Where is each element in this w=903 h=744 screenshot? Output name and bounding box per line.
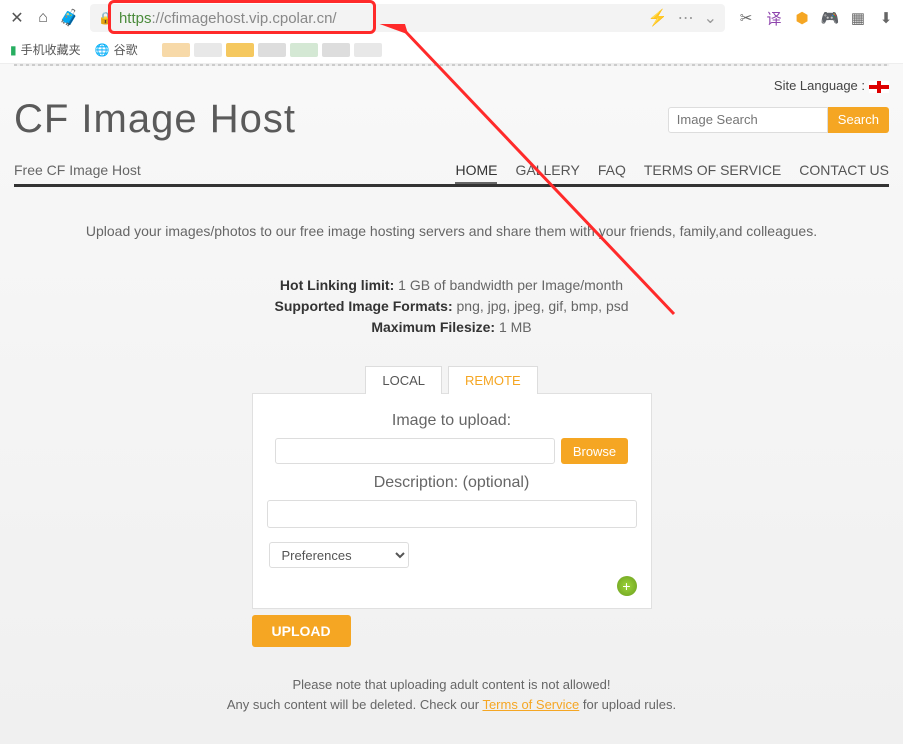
formats-value: png, jpg, jpeg, gif, bmp, psd (453, 298, 629, 314)
add-icon[interactable]: + (617, 576, 637, 596)
page-content: Site Language : CF Image Host Search Fre… (0, 64, 903, 744)
briefcase-icon[interactable]: 🧳 (60, 9, 78, 27)
note-line2c: for upload rules. (579, 697, 676, 712)
upload-note: Please note that uploading adult content… (14, 675, 889, 714)
note-line1: Please note that uploading adult content… (14, 675, 889, 695)
hot-linking-value: 1 GB of bandwidth per Image/month (394, 277, 623, 293)
hot-linking-label: Hot Linking limit: (280, 277, 394, 293)
bookmark-label: 谷歌 (114, 41, 138, 58)
bookmark-google[interactable]: 🌐 谷歌 (95, 41, 138, 58)
upload-label: Image to upload: (265, 412, 639, 430)
intro-text: Upload your images/photos to our free im… (14, 223, 889, 239)
mobile-icon: ▮ (10, 43, 17, 57)
search-button[interactable]: Search (828, 107, 889, 133)
nav-home[interactable]: HOME (455, 162, 497, 184)
search-form: Search (668, 107, 889, 133)
home-icon[interactable]: ⌂ (34, 9, 52, 27)
lightning-icon[interactable]: ⚡ (648, 8, 668, 28)
gamepad-icon[interactable]: 🎮 (821, 9, 839, 27)
bookmark-label: 手机收藏夹 (21, 41, 81, 58)
download-icon[interactable]: ⬇ (877, 9, 895, 27)
site-title: CF Image Host (14, 97, 296, 142)
extension-icons: ✂ 译 ⬢ 🎮 ▦ ⬇ (737, 9, 895, 27)
note-line2a: Any such content will be deleted. Check … (227, 697, 483, 712)
nav-faq[interactable]: FAQ (598, 162, 626, 178)
bookmark-mobile[interactable]: ▮ 手机收藏夹 (10, 41, 81, 58)
globe-icon: 🌐 (95, 43, 110, 57)
tos-link[interactable]: Terms of Service (482, 697, 579, 712)
blurred-bookmarks (162, 43, 382, 57)
search-input[interactable] (668, 107, 828, 133)
description-label: Description: (optional) (265, 474, 639, 492)
address-bar[interactable]: 🔒 https://cfimagehost.vip.cpolar.cn/ ⚡ ⋯… (90, 4, 725, 32)
upload-panel: Image to upload: Browse Description: (op… (252, 393, 652, 609)
nav-tos[interactable]: TERMS OF SERVICE (644, 162, 781, 178)
language-selector[interactable]: Site Language : (14, 74, 889, 97)
language-label: Site Language : (774, 78, 865, 93)
tab-local[interactable]: LOCAL (365, 366, 442, 394)
tagline: Free CF Image Host (14, 162, 141, 178)
lock-icon: 🔒 (98, 11, 113, 25)
tab-remote[interactable]: REMOTE (448, 366, 538, 394)
limits-info: Hot Linking limit: 1 GB of bandwidth per… (14, 275, 889, 338)
divider (14, 64, 889, 66)
more-icon[interactable]: ⋯ (678, 8, 694, 28)
bookmarks-bar: ▮ 手机收藏夹 🌐 谷歌 (0, 36, 903, 64)
url-text: https://cfimagehost.vip.cpolar.cn/ (119, 10, 337, 27)
translate-icon[interactable]: 译 (765, 9, 783, 27)
preferences-select[interactable]: Preferences (269, 542, 409, 568)
description-input[interactable] (267, 500, 637, 528)
browser-toolbar: ✕ ⌂ 🧳 🔒 https://cfimagehost.vip.cpolar.c… (0, 0, 903, 36)
main-nav: HOME GALLERY FAQ TERMS OF SERVICE CONTAC… (455, 162, 889, 178)
shield-icon[interactable]: ⬢ (793, 9, 811, 27)
scissors-icon[interactable]: ✂ (737, 9, 755, 27)
chevron-down-icon[interactable]: ⌄ (704, 8, 717, 28)
url-actions: ⚡ ⋯ ⌄ (648, 8, 717, 28)
close-icon[interactable]: ✕ (8, 9, 26, 27)
file-input[interactable] (275, 438, 555, 464)
upload-button[interactable]: UPLOAD (252, 615, 351, 647)
filesize-value: 1 MB (495, 319, 532, 335)
upload-tabs: LOCAL REMOTE (14, 366, 889, 394)
nav-gallery[interactable]: GALLERY (515, 162, 579, 178)
grid-icon[interactable]: ▦ (849, 9, 867, 27)
nav-contact[interactable]: CONTACT US (799, 162, 889, 178)
formats-label: Supported Image Formats: (274, 298, 452, 314)
filesize-label: Maximum Filesize: (371, 319, 495, 335)
browse-button[interactable]: Browse (561, 438, 628, 464)
flag-icon (869, 81, 889, 93)
